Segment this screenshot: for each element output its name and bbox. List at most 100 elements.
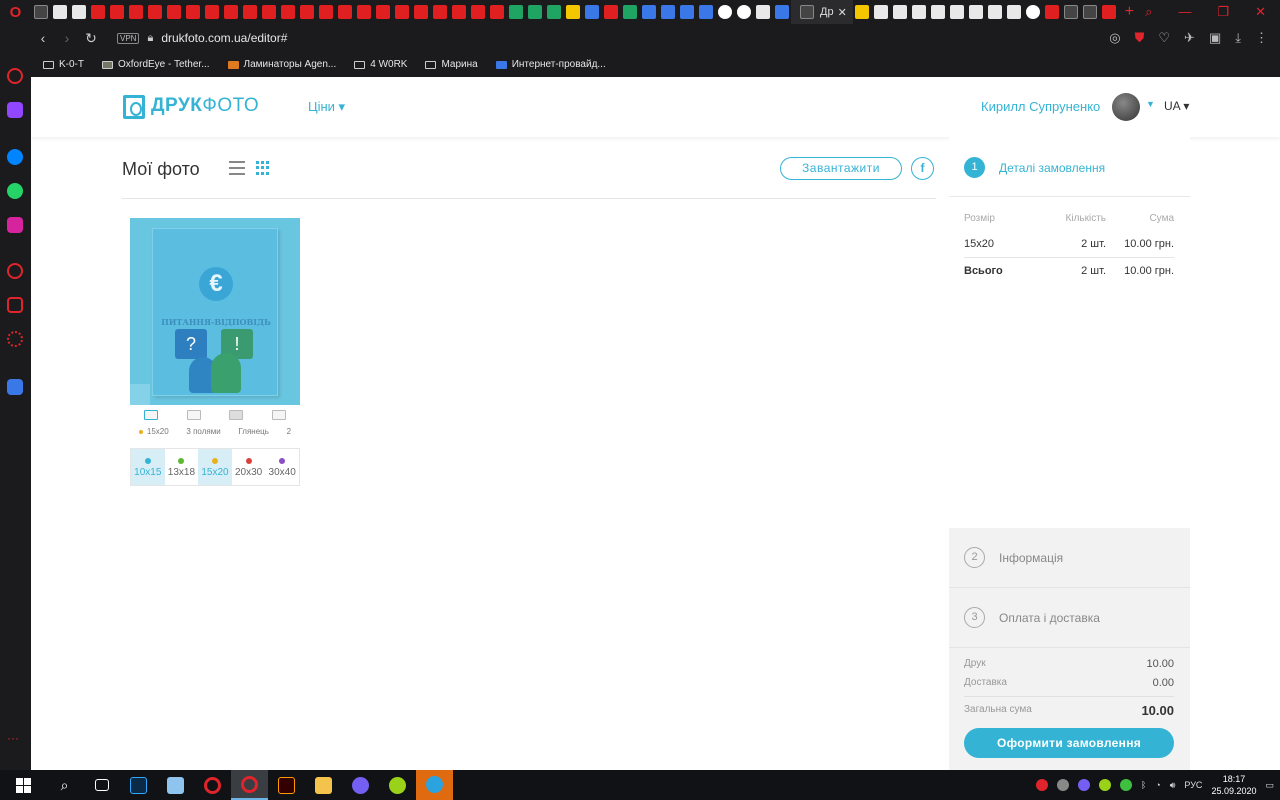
youtube-tab-icon[interactable]: [432, 5, 447, 19]
flow-icon[interactable]: ✈: [1184, 30, 1195, 46]
notepad-icon[interactable]: [157, 770, 194, 800]
maps-tab-icon[interactable]: [565, 5, 580, 19]
google-tab-icon[interactable]: [717, 5, 732, 19]
bookmark-item[interactable]: K-0-T: [43, 59, 84, 70]
tab-icon[interactable]: [1064, 5, 1079, 19]
task-view-icon[interactable]: [83, 770, 120, 800]
code-tab-icon[interactable]: [755, 5, 770, 19]
notifications-icon[interactable]: ▭: [1265, 780, 1274, 791]
information-step[interactable]: 2 Інформація: [949, 528, 1190, 588]
gmail-tab-icon[interactable]: [603, 5, 618, 19]
copies-option-label[interactable]: 2: [287, 427, 291, 436]
viber-icon[interactable]: [342, 770, 379, 800]
youtube-tab-icon[interactable]: [1045, 5, 1060, 19]
youtube-tab-icon[interactable]: [375, 5, 390, 19]
close-tab-icon[interactable]: ✕: [838, 6, 847, 19]
youtube-tab-icon[interactable]: [394, 5, 409, 19]
youtube-tab-icon[interactable]: [90, 5, 105, 19]
youtube-tab-icon[interactable]: [1102, 5, 1117, 19]
extensions-icon[interactable]: [7, 297, 23, 313]
download-icon[interactable]: ⤓: [1235, 30, 1241, 46]
tab-search-icon[interactable]: ⌕: [1145, 4, 1152, 20]
youtube-tab-icon[interactable]: [299, 5, 314, 19]
docs-tab-icon[interactable]: [679, 5, 694, 19]
youtube-tab-icon[interactable]: [280, 5, 295, 19]
facebook-tab-icon[interactable]: [774, 5, 789, 19]
url-field[interactable]: drukfoto.com.ua/editor#: [161, 31, 287, 45]
bookmark-heart-icon[interactable]: ♡: [1158, 30, 1170, 46]
paper-option-icon[interactable]: [229, 410, 244, 420]
app-icon[interactable]: [379, 770, 416, 800]
youtube-tab-icon[interactable]: [185, 5, 200, 19]
avatar[interactable]: [1112, 93, 1140, 121]
tab-icon[interactable]: [893, 5, 908, 19]
paper-option-label[interactable]: Глянець: [238, 427, 269, 436]
viber-tray-icon[interactable]: [1077, 779, 1090, 791]
menu-icon[interactable]: ⋮: [1255, 30, 1268, 46]
size-option-10x15[interactable]: 10x15: [131, 449, 165, 485]
youtube-tab-icon[interactable]: [489, 5, 504, 19]
whatsapp-icon[interactable]: [7, 183, 23, 199]
speed-dial-icon[interactable]: [7, 68, 23, 84]
tab-icon[interactable]: [52, 5, 67, 19]
lock-icon[interactable]: 🔒︎: [147, 32, 153, 45]
size-option-20x30[interactable]: 20x30: [232, 449, 266, 485]
tab-icon[interactable]: [874, 5, 889, 19]
size-option-icon[interactable]: [144, 410, 159, 420]
tab-icon[interactable]: [698, 5, 713, 19]
user-name-link[interactable]: Кирилл Супруненко: [981, 99, 1100, 114]
tab-icon[interactable]: [931, 5, 946, 19]
grid-view-icon[interactable]: [256, 161, 270, 175]
youtube-tab-icon[interactable]: [242, 5, 257, 19]
checkout-button[interactable]: Оформити замовлення: [964, 728, 1174, 758]
youtube-tab-icon[interactable]: [166, 5, 181, 19]
tab-icon[interactable]: [969, 5, 984, 19]
back-icon[interactable]: ‹: [31, 30, 55, 46]
tray-app-icon[interactable]: [1056, 779, 1069, 791]
opera-icon[interactable]: [194, 770, 231, 800]
photo-thumbnail[interactable]: € ПИТАННЯ-ВІДПОВІДЬ ? ! 🗑︎: [130, 218, 300, 405]
keyboard-language[interactable]: РУС: [1184, 780, 1202, 790]
docs-tab-icon[interactable]: [584, 5, 599, 19]
youtube-tab-icon[interactable]: [204, 5, 219, 19]
bluetooth-icon[interactable]: ᛒ: [1141, 780, 1146, 790]
tab-icon[interactable]: [1083, 5, 1098, 19]
google-tab-icon[interactable]: [736, 5, 751, 19]
clock[interactable]: 18:17 25.09.2020: [1211, 773, 1256, 797]
size-option-13x18[interactable]: 13x18: [165, 449, 199, 485]
logo-icon[interactable]: [123, 95, 145, 119]
play-tab-icon[interactable]: [622, 5, 637, 19]
active-tab[interactable]: Др ✕: [791, 0, 853, 24]
youtube-tab-icon[interactable]: [128, 5, 143, 19]
tray-app-icon[interactable]: [1119, 779, 1132, 791]
adblock-icon[interactable]: ⛊: [1135, 30, 1145, 46]
youtube-tab-icon[interactable]: [451, 5, 466, 19]
facebook-import-button[interactable]: f: [911, 157, 934, 180]
youtube-tab-icon[interactable]: [337, 5, 352, 19]
youtube-tab-icon[interactable]: [147, 5, 162, 19]
messenger-icon[interactable]: [7, 149, 23, 165]
maximize-icon[interactable]: ❐: [1217, 4, 1229, 20]
tab-icon[interactable]: [33, 5, 48, 19]
size-option-label[interactable]: 15x20: [138, 427, 169, 436]
border-option-label[interactable]: 3 полями: [186, 427, 220, 436]
upload-button[interactable]: Завантажити: [780, 157, 902, 180]
youtube-tab-icon[interactable]: [413, 5, 428, 19]
tray-app-icon[interactable]: [1035, 779, 1048, 791]
opera-menu-icon[interactable]: O: [0, 0, 31, 24]
bookmark-item[interactable]: OxfordEye - Tether...: [102, 59, 210, 70]
youtube-tab-icon[interactable]: [356, 5, 371, 19]
tray-app-icon[interactable]: [1098, 779, 1111, 791]
bookmark-item[interactable]: Интернет-провайд...: [495, 59, 606, 70]
docs-tab-icon[interactable]: [660, 5, 675, 19]
size-option-15x20[interactable]: 15x20: [198, 449, 232, 485]
chevron-down-icon[interactable]: ▼: [1146, 99, 1155, 109]
search-icon[interactable]: ⌕: [46, 770, 83, 800]
language-selector[interactable]: UA ▾: [1164, 99, 1189, 113]
docs-tab-icon[interactable]: [641, 5, 656, 19]
more-icon[interactable]: ···: [7, 731, 23, 747]
volume-icon[interactable]: 🔊︎: [1170, 780, 1176, 791]
extension-icon[interactable]: ▣: [1209, 30, 1221, 46]
logo[interactable]: ДРУКФОТО: [151, 95, 259, 117]
snapshot-icon[interactable]: ◎: [1109, 30, 1120, 46]
